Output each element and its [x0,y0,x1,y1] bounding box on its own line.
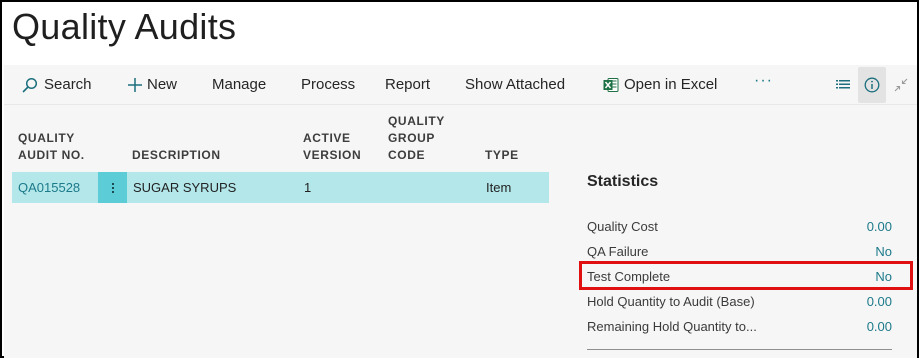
header-text: GROUP [388,131,436,145]
factbox-divider [587,349,892,350]
column-header-group-code[interactable]: QUALITY GROUP CODE [388,113,445,164]
audit-no-link[interactable]: QA015528 [18,172,80,203]
statistic-row-quality-cost: Quality Cost 0.00 [587,214,892,239]
list-view-icon [836,79,850,91]
new-label: New [147,76,178,93]
header-text: QUALITY [388,114,445,128]
header-text: AUDIT NO. [18,148,85,162]
page-frame: Quality Audits Search New Manage Process… [0,0,919,358]
column-header-description[interactable]: DESCRIPTION [132,147,221,164]
open-in-excel-label: Open in Excel [624,76,718,93]
active-version-cell: 1 [304,180,312,195]
header-text: ACTIVE [303,131,351,145]
search-icon [22,77,38,93]
process-menu[interactable]: Process [301,65,355,105]
statistic-row-hold-quantity: Hold Quantity to Audit (Base) 0.00 [587,289,892,314]
statistic-value[interactable]: 0.00 [867,314,892,339]
column-header-audit-no[interactable]: QUALITY AUDIT NO. [18,130,85,164]
more-vertical-icon [111,182,114,193]
collapse-button[interactable] [890,65,912,105]
manage-menu[interactable]: Manage [212,65,266,105]
statistic-label: Hold Quantity to Audit (Base) [587,294,755,309]
statistic-label: Quality Cost [587,219,658,234]
info-pane-toggle[interactable] [858,67,886,103]
header-text: VERSION [303,148,362,162]
plus-icon [127,77,143,93]
highlight-annotation [579,261,913,290]
info-icon [864,77,880,93]
header-text: QUALITY [18,131,75,145]
new-button[interactable]: New [127,65,177,105]
page-title: Quality Audits [12,6,237,47]
content-area: Search New Manage Process Report Show At… [4,65,917,358]
statistic-value[interactable]: 0.00 [867,214,892,239]
open-in-excel-button[interactable]: Open in Excel [603,65,717,105]
factbox-title: Statistics [587,173,659,190]
list-view-button[interactable] [832,65,854,105]
header-text: CODE [388,148,426,162]
column-header-type[interactable]: TYPE [485,147,519,164]
report-menu[interactable]: Report [385,65,430,105]
show-attached-button[interactable]: Show Attached [465,65,565,105]
row-actions-button[interactable] [98,172,127,203]
action-bar: Search New Manage Process Report Show At… [4,65,917,105]
search-label: Search [44,76,92,93]
collapse-icon [894,78,908,92]
statistic-value[interactable]: 0.00 [867,289,892,314]
excel-icon [603,77,619,93]
description-cell: SUGAR SYRUPS [133,180,237,195]
search-button[interactable]: Search [22,65,92,105]
statistic-row-remaining-hold-quantity: Remaining Hold Quantity to... 0.00 [587,314,892,339]
column-header-active-version[interactable]: ACTIVE VERSION [303,130,361,164]
table-row[interactable]: QA015528 SUGAR SYRUPS 1 Item [12,172,549,203]
statistic-label: Remaining Hold Quantity to... [587,319,757,334]
more-options-button[interactable]: ··· [754,61,773,101]
type-cell: Item [486,180,512,195]
